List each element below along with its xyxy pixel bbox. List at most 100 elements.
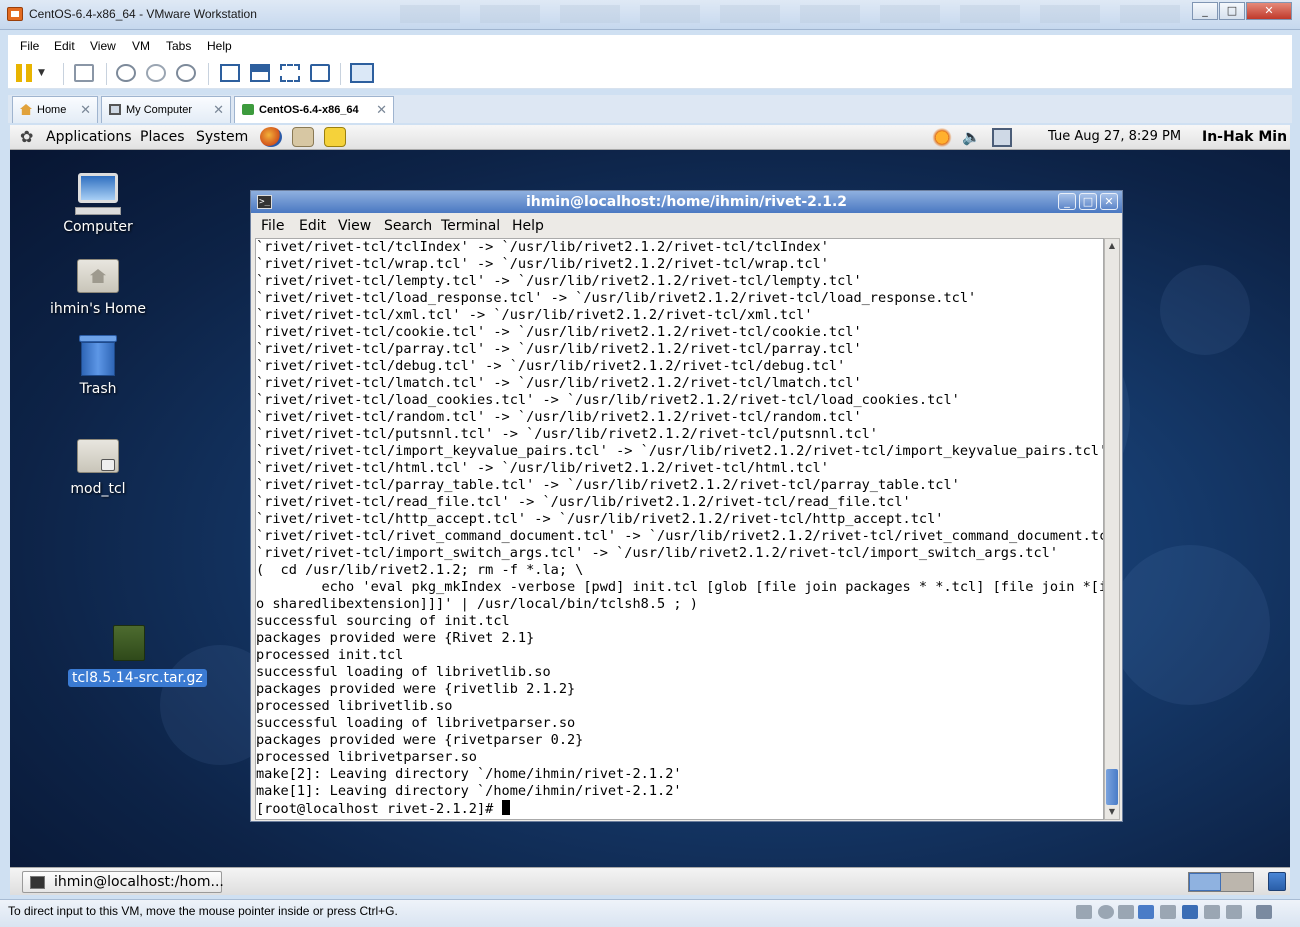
- menu-applications[interactable]: Applications: [46, 129, 132, 145]
- workspace-2[interactable]: [1221, 873, 1253, 891]
- toolbar-separator: [340, 63, 341, 85]
- cd-dvd-icon[interactable]: [1098, 905, 1114, 919]
- revert-snapshot-icon[interactable]: [146, 64, 166, 82]
- thumbnail-bar-icon[interactable]: [250, 64, 270, 82]
- pause-icon[interactable]: [16, 64, 32, 82]
- maximize-button[interactable]: □: [1219, 2, 1245, 20]
- tab-home[interactable]: Home ✕: [12, 96, 98, 123]
- console-view-icon[interactable]: [350, 63, 374, 83]
- terminal-line: `rivet/rivet-tcl/cookie.tcl' -> `/usr/li…: [256, 324, 862, 340]
- menu-system[interactable]: System: [196, 129, 248, 145]
- desktop-icon-label: tcl8.5.14-src.tar.gz: [68, 669, 207, 687]
- panel-clock[interactable]: Tue Aug 27, 8:29 PM: [1048, 129, 1181, 144]
- update-notifier-icon[interactable]: [932, 128, 952, 147]
- desktop-icon-mod-tcl[interactable]: mod_tcl: [38, 433, 158, 497]
- take-snapshot-icon[interactable]: [116, 64, 136, 82]
- hard-disk-icon[interactable]: [1076, 905, 1092, 919]
- tab-centos[interactable]: CentOS-6.4-x86_64 ✕: [234, 96, 394, 123]
- show-library-icon[interactable]: [220, 64, 240, 82]
- floppy-icon[interactable]: [1118, 905, 1134, 919]
- desktop-icon-trash[interactable]: Trash: [38, 333, 158, 397]
- desktop-icon-label: Trash: [79, 381, 117, 397]
- gnome-foot-icon[interactable]: ✿: [20, 128, 38, 146]
- taskbar-terminal-label: ihmin@localhost:/hom...: [54, 874, 224, 890]
- terminal-maximize-button[interactable]: □: [1079, 193, 1097, 210]
- unity-icon[interactable]: [310, 64, 330, 82]
- terminal-line: successful loading of librivetlib.so: [256, 664, 551, 680]
- tab-centos-label: CentOS-6.4-x86_64: [259, 104, 359, 116]
- terminal-line: `rivet/rivet-tcl/random.tcl' -> `/usr/li…: [256, 409, 862, 425]
- terminal-line: packages provided were {Rivet 2.1}: [256, 630, 535, 646]
- terminal-window[interactable]: >_ ihmin@localhost:/home/ihmin/rivet-2.1…: [250, 190, 1123, 822]
- wallpaper-bubble: [1160, 265, 1250, 355]
- menu-file[interactable]: File: [20, 39, 39, 53]
- panel-user-name[interactable]: In-Hak Min: [1202, 129, 1287, 145]
- terminal-output[interactable]: `rivet/rivet-tcl/tclIndex' -> `/usr/lib/…: [255, 238, 1104, 820]
- vmware-app-icon: [7, 7, 23, 21]
- terminal-minimize-button[interactable]: _: [1058, 193, 1076, 210]
- snapshot-manager-icon[interactable]: [176, 64, 196, 82]
- terminal-title-bar[interactable]: >_ ihmin@localhost:/home/ihmin/rivet-2.1…: [251, 191, 1122, 213]
- terminal-line: successful sourcing of init.tcl: [256, 613, 510, 629]
- tab-my-computer[interactable]: My Computer ✕: [101, 96, 231, 123]
- terminal-menu-help[interactable]: Help: [512, 218, 544, 234]
- workspace-switcher[interactable]: [1188, 872, 1254, 892]
- computer-icon: [75, 171, 121, 215]
- terminal-prompt: [root@localhost rivet-2.1.2]#: [256, 801, 502, 817]
- menu-vm[interactable]: VM: [132, 39, 150, 53]
- guest-desktop[interactable]: ✿ Applications Places System 🔈 Tue Aug 2…: [10, 125, 1290, 895]
- firefox-icon[interactable]: [260, 127, 282, 147]
- gnome-top-panel: ✿ Applications Places System 🔈 Tue Aug 2…: [10, 125, 1290, 150]
- menu-view[interactable]: View: [90, 39, 116, 53]
- terminal-line: `rivet/rivet-tcl/parray_table.tcl' -> `/…: [256, 477, 960, 493]
- mail-client-icon[interactable]: [292, 127, 314, 147]
- terminal-menu-terminal[interactable]: Terminal: [441, 218, 500, 234]
- menu-help[interactable]: Help: [207, 39, 232, 53]
- desktop-icon-home[interactable]: ihmin's Home: [38, 253, 158, 317]
- terminal-menu-file[interactable]: File: [261, 218, 284, 234]
- close-icon[interactable]: ✕: [80, 102, 91, 118]
- terminal-title: ihmin@localhost:/home/ihmin/rivet-2.1.2: [525, 194, 848, 210]
- chevron-down-icon[interactable]: ▼: [38, 64, 48, 82]
- close-icon[interactable]: ✕: [213, 102, 224, 118]
- terminal-line: make[2]: Leaving directory `/home/ihmin/…: [256, 766, 682, 782]
- network-adapter-icon[interactable]: [1138, 905, 1154, 919]
- terminal-menu-edit[interactable]: Edit: [299, 218, 326, 234]
- terminal-close-button[interactable]: ✕: [1100, 193, 1118, 210]
- wallpaper-bubble: [1110, 545, 1270, 705]
- trash-applet-icon[interactable]: [1268, 872, 1286, 891]
- terminal-cursor: [501, 800, 510, 815]
- desktop-icon-computer[interactable]: Computer: [38, 171, 158, 235]
- printer-icon[interactable]: [1204, 905, 1220, 919]
- background-windows-ghost: [400, 5, 1180, 23]
- message-log-icon[interactable]: [1256, 905, 1272, 919]
- volume-icon[interactable]: 🔈: [962, 128, 982, 147]
- menu-edit[interactable]: Edit: [54, 39, 75, 53]
- terminal-prompt-line[interactable]: [root@localhost rivet-2.1.2]#: [256, 800, 510, 817]
- usb-controller-icon[interactable]: [1160, 905, 1176, 919]
- sound-card-icon[interactable]: [1182, 905, 1198, 919]
- close-button[interactable]: ✕: [1246, 2, 1292, 20]
- minimize-button[interactable]: _: [1192, 2, 1218, 20]
- menu-tabs[interactable]: Tabs: [166, 39, 191, 53]
- terminal-scrollbar[interactable]: ▲ ▼: [1104, 238, 1120, 820]
- menu-places[interactable]: Places: [140, 129, 185, 145]
- terminal-menu-search[interactable]: Search: [384, 218, 432, 234]
- notes-icon[interactable]: [324, 127, 346, 147]
- desktop-icon-label: Computer: [63, 219, 133, 235]
- workspace-1[interactable]: [1189, 873, 1221, 891]
- display-icon[interactable]: [1226, 905, 1242, 919]
- scroll-down-arrow-icon[interactable]: ▼: [1105, 805, 1119, 819]
- network-icon[interactable]: [992, 128, 1012, 147]
- trash-icon: [75, 333, 121, 377]
- send-ctrl-alt-del-icon[interactable]: [74, 64, 94, 82]
- desktop-icon-tarball[interactable]: tcl8.5.14-src.tar.gz: [68, 621, 207, 687]
- scrollbar-thumb[interactable]: [1106, 769, 1118, 805]
- terminal-menu-view[interactable]: View: [338, 218, 371, 234]
- terminal-line: ( cd /usr/lib/rivet2.1.2; rm -f *.la; \: [256, 562, 584, 578]
- taskbar-terminal-button[interactable]: ihmin@localhost:/hom...: [22, 871, 224, 893]
- terminal-line: packages provided were {rivetparser 0.2}: [256, 732, 584, 748]
- full-screen-icon[interactable]: [280, 64, 300, 82]
- close-icon[interactable]: ✕: [376, 102, 387, 118]
- scroll-up-arrow-icon[interactable]: ▲: [1105, 239, 1119, 253]
